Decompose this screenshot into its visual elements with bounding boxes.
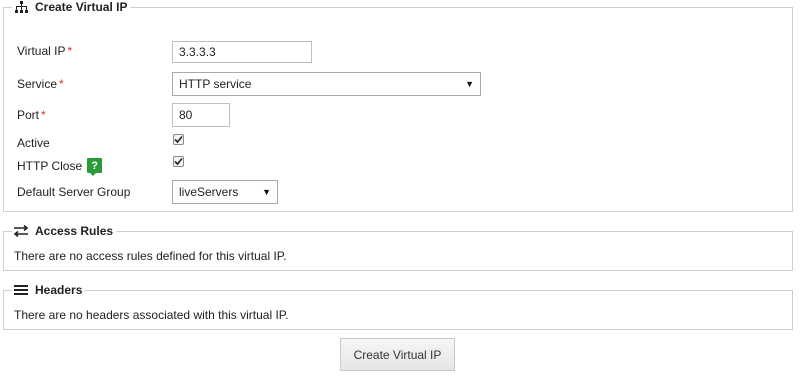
default-server-group-label: Default Server Group: [17, 185, 131, 199]
headers-title: Headers: [35, 283, 83, 297]
create-virtual-ip-section: Create Virtual IP Virtual IP * Service *…: [3, 0, 793, 212]
access-rules-empty-text: There are no access rules defined for th…: [14, 249, 287, 263]
service-selected-value: HTTP service: [179, 77, 252, 91]
required-mark: *: [67, 44, 73, 58]
virtual-ip-label: Virtual IP: [17, 44, 66, 58]
headers-section: Headers There are no headers associated …: [3, 282, 793, 330]
active-checkbox[interactable]: [173, 134, 184, 145]
default-server-group-label-row: Default Server Group: [17, 185, 130, 199]
virtual-ip-input[interactable]: [172, 41, 312, 63]
service-label-row: Service *: [17, 77, 64, 91]
service-label: Service: [17, 77, 58, 91]
sitemap-icon: [13, 0, 29, 14]
default-server-group-select[interactable]: liveServers ▼: [172, 180, 278, 204]
active-label-row: Active: [17, 136, 50, 150]
create-virtual-ip-title: Create Virtual IP: [35, 0, 128, 14]
default-server-group-selected-value: liveServers: [179, 185, 239, 199]
http-close-label: HTTP Close: [17, 158, 83, 173]
dropdown-arrow-icon: ▼: [262, 187, 271, 197]
port-input[interactable]: [172, 103, 230, 127]
headers-empty-text: There are no headers associated with thi…: [14, 308, 289, 322]
headers-legend: Headers: [12, 282, 86, 298]
required-mark: *: [41, 108, 46, 122]
http-close-label-row: HTTP Close ?: [17, 158, 103, 176]
create-virtual-ip-button[interactable]: Create Virtual IP: [340, 338, 455, 371]
check-icon: [174, 135, 183, 144]
check-icon: [174, 157, 183, 166]
http-close-checkbox[interactable]: [173, 156, 184, 167]
create-virtual-ip-legend: Create Virtual IP: [12, 0, 131, 15]
required-mark: *: [59, 77, 64, 91]
port-label: Port: [17, 108, 40, 122]
list-icon: [13, 283, 29, 297]
access-rules-section: Access Rules There are no access rules d…: [3, 223, 793, 271]
access-rules-title: Access Rules: [35, 224, 114, 238]
access-rules-legend: Access Rules: [12, 223, 117, 239]
active-label: Active: [17, 136, 50, 150]
virtual-ip-label-row: Virtual IP *: [17, 44, 72, 58]
port-label-row: Port *: [17, 108, 46, 122]
transfer-arrows-icon: [13, 224, 29, 238]
help-icon[interactable]: ?: [87, 158, 103, 176]
dropdown-arrow-icon: ▼: [465, 79, 474, 89]
service-select[interactable]: HTTP service ▼: [172, 72, 481, 96]
